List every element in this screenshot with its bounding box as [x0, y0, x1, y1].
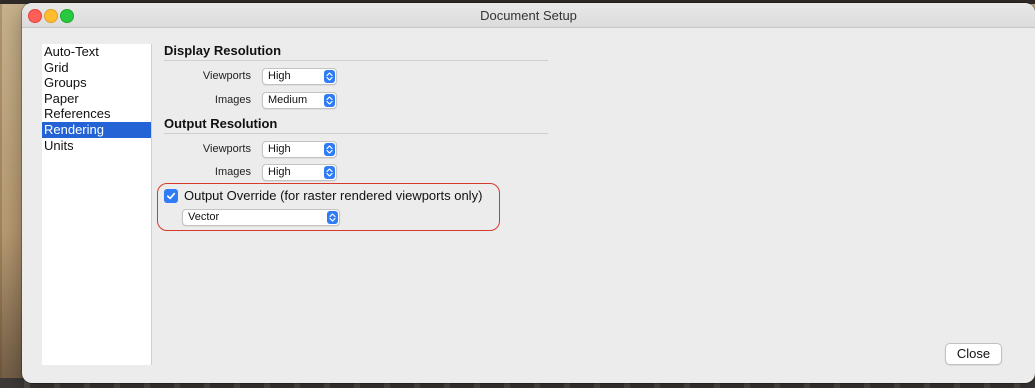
sidebar-item-groups[interactable]: Groups	[42, 75, 151, 91]
output-override-label[interactable]: Output Override (for raster rendered vie…	[184, 188, 482, 203]
sidebar-item-references[interactable]: References	[42, 106, 151, 122]
checkmark-icon	[166, 192, 176, 200]
sidebar-item-rendering[interactable]: Rendering	[42, 121, 151, 138]
display-images-label: Images	[214, 94, 251, 106]
output-resolution-heading: Output Resolution	[164, 116, 278, 131]
output-viewports-value: High	[268, 143, 291, 155]
sidebar-item-units[interactable]: Units	[42, 138, 151, 154]
output-override-select[interactable]: Vector	[182, 209, 340, 226]
sidebar-item-auto-text[interactable]: Auto-Text	[42, 44, 151, 60]
chevron-up-down-icon	[324, 143, 335, 156]
title-bar[interactable]: Document Setup	[22, 3, 1035, 28]
output-override-value: Vector	[188, 211, 220, 223]
section-divider	[164, 133, 548, 134]
display-viewports-select[interactable]: High	[262, 68, 337, 85]
output-override-checkbox[interactable]	[164, 189, 178, 203]
output-images-value: High	[268, 166, 291, 178]
display-viewports-value: High	[268, 70, 291, 82]
window-title: Document Setup	[480, 8, 577, 23]
section-divider	[164, 60, 548, 61]
display-images-value: Medium	[268, 94, 308, 106]
settings-category-list: Auto-Text Grid Groups Paper References R…	[42, 44, 152, 365]
chevron-up-down-icon	[324, 94, 335, 107]
display-resolution-heading: Display Resolution	[164, 43, 282, 58]
display-images-select[interactable]: Medium	[262, 92, 337, 109]
document-setup-dialog: Document Setup Auto-Text Grid Groups Pap…	[22, 3, 1035, 383]
sidebar-item-paper[interactable]: Paper	[42, 91, 151, 107]
output-viewports-label: Viewports	[202, 143, 251, 155]
chevron-up-down-icon	[327, 211, 338, 224]
close-button[interactable]: Close	[945, 343, 1002, 365]
output-images-select[interactable]: High	[262, 164, 337, 181]
chevron-up-down-icon	[324, 70, 335, 83]
chevron-up-down-icon	[324, 166, 335, 179]
output-images-label: Images	[214, 166, 251, 178]
display-viewports-label: Viewports	[202, 70, 251, 82]
output-viewports-select[interactable]: High	[262, 141, 337, 158]
sidebar-item-grid[interactable]: Grid	[42, 60, 151, 76]
